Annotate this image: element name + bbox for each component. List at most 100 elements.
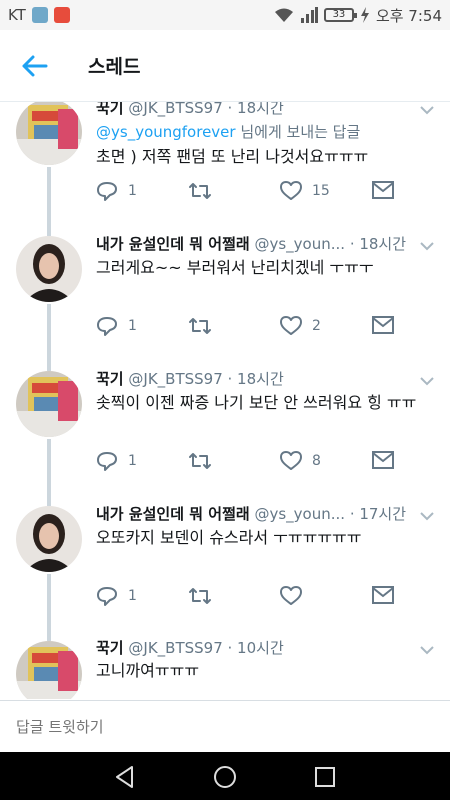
dm-button[interactable] [372, 181, 394, 199]
reply-icon [97, 452, 117, 471]
dm-button[interactable] [372, 586, 394, 604]
system-nav-bar [0, 752, 450, 800]
retweet-icon [189, 183, 211, 199]
battery-level: 33 [332, 9, 346, 20]
avatar[interactable] [16, 101, 82, 165]
reply-count: 1 [128, 453, 137, 469]
thread-line [47, 167, 51, 236]
chevron-down-icon[interactable] [418, 374, 436, 388]
timestamp: · 10시간 [227, 639, 284, 657]
user-handle[interactable]: @JK_BTSS97 [128, 101, 222, 117]
tweet-item[interactable]: 내가 윤설인데 뭐 어쩔래 @ys_youn... · 18시간 그러게요~~ … [0, 233, 450, 371]
heart-icon [280, 586, 302, 605]
reply-compose-bar [0, 700, 450, 752]
retweet-button[interactable] [188, 586, 212, 606]
battery-icon: 33 [323, 8, 357, 22]
dm-button[interactable] [372, 451, 394, 469]
display-name[interactable]: 내가 윤설인데 뭐 어쩔래 [96, 235, 250, 253]
avatar[interactable] [16, 506, 82, 572]
timestamp: · 17시간 [349, 505, 407, 523]
tweet-actions: 1 15 [96, 181, 406, 205]
reply-button[interactable]: 1 [96, 586, 137, 606]
reply-button[interactable]: 1 [96, 316, 137, 336]
tweet-header: 꾹기 @JK_BTSS97 · 18시간 [96, 101, 410, 118]
display-name[interactable]: 꾹기 [96, 639, 124, 657]
avatar[interactable] [16, 641, 82, 699]
timestamp: · 18시간 [227, 370, 284, 388]
reply-count: 1 [128, 588, 137, 604]
reply-count: 1 [128, 318, 137, 334]
chevron-down-icon[interactable] [418, 239, 436, 253]
recents-square-icon[interactable] [312, 764, 338, 790]
reply-mention-link[interactable]: @ys_youngforever [96, 123, 236, 141]
tweet-text: 고니까여ㅠㅠㅠ [96, 661, 200, 680]
retweet-button[interactable] [188, 181, 212, 201]
reply-context: @ys_youngforever 님에게 보내는 답글 [96, 121, 360, 142]
thread-list[interactable]: 꾹기 @JK_BTSS97 · 18시간 @ys_youngforever 님에… [0, 101, 450, 699]
status-bar: KT 33 오후 7:54 [0, 0, 450, 30]
like-button[interactable]: 2 [280, 316, 321, 336]
chevron-down-icon[interactable] [418, 103, 436, 117]
tweet-text: 초면 ) 저쪽 팬덤 또 난리 나것서요ㅠㅠㅠ [96, 147, 369, 166]
like-button[interactable]: 8 [280, 451, 321, 471]
tweet-actions: 1 2 [96, 316, 406, 340]
tweet-item[interactable]: 꾹기 @JK_BTSS97 · 18시간 솟찍이 이젠 짜증 나기 보단 안 쓰… [0, 368, 450, 506]
back-triangle-icon[interactable] [112, 764, 138, 790]
retweet-icon [189, 588, 211, 604]
gallery-icon [31, 7, 48, 23]
avatar[interactable] [16, 236, 82, 302]
like-button[interactable]: 15 [280, 181, 330, 201]
display-name[interactable]: 꾹기 [96, 101, 124, 117]
display-name[interactable]: 꾹기 [96, 370, 124, 388]
avatar[interactable] [16, 371, 82, 437]
tweet-item[interactable]: 내가 윤설인데 뭐 어쩔래 @ys_youn... · 17시간 오또카지 보덴… [0, 503, 450, 641]
chevron-down-icon[interactable] [418, 509, 436, 523]
retweet-button[interactable] [188, 316, 212, 336]
like-count: 2 [312, 318, 321, 334]
retweet-icon [189, 318, 211, 334]
reply-button[interactable]: 1 [96, 181, 137, 201]
reply-icon [97, 317, 117, 336]
tweet-header: 꾹기 @JK_BTSS97 · 18시간 [96, 368, 410, 389]
reply-input[interactable] [16, 717, 416, 736]
display-name[interactable]: 내가 윤설인데 뭐 어쩔래 [96, 505, 250, 523]
chevron-down-icon[interactable] [418, 643, 436, 657]
heart-icon [280, 316, 302, 335]
reply-context-suffix: 님에게 보내는 답글 [235, 123, 361, 141]
tweet-actions: 1 [96, 586, 406, 610]
tweet-actions: 1 8 [96, 451, 406, 475]
charging-icon [360, 7, 369, 23]
home-circle-icon[interactable] [212, 764, 238, 790]
back-button[interactable] [0, 30, 70, 102]
arrow-left-icon [22, 55, 48, 76]
thread-line [47, 439, 51, 506]
signal-icon [300, 7, 318, 23]
dm-button[interactable] [372, 316, 394, 334]
wifi-icon [274, 8, 293, 22]
reply-icon [97, 587, 117, 606]
tweet-header: 꾹기 @JK_BTSS97 · 10시간 [96, 637, 410, 658]
reply-icon [97, 182, 117, 201]
reply-count: 1 [128, 183, 137, 199]
tweet-item[interactable]: 꾹기 @JK_BTSS97 · 18시간 @ys_youngforever 님에… [0, 101, 450, 236]
tweet-header: 내가 윤설인데 뭐 어쩔래 @ys_youn... · 18시간 [96, 233, 410, 254]
like-button[interactable] [280, 586, 302, 606]
user-handle[interactable]: @ys_youn... [254, 505, 345, 523]
tweet-header: 내가 윤설인데 뭐 어쩔래 @ys_youn... · 17시간 [96, 503, 410, 524]
user-handle[interactable]: @JK_BTSS97 [128, 639, 222, 657]
page-title: 스레드 [88, 56, 141, 78]
top-app-bar: 스레드 [0, 30, 450, 102]
user-handle[interactable]: @ys_youn... [254, 235, 345, 253]
tweet-text: 오또카지 보덴이 슈스라서 ㅜㅠㅠㅠㅠㅠ [96, 528, 362, 547]
heart-icon [280, 451, 302, 470]
thread-line [47, 574, 51, 641]
retweet-button[interactable] [188, 451, 212, 471]
tweet-item[interactable]: 꾹기 @JK_BTSS97 · 10시간 고니까여ㅠㅠㅠ [0, 639, 450, 699]
retweet-icon [189, 453, 211, 469]
user-handle[interactable]: @JK_BTSS97 [128, 370, 222, 388]
like-count: 8 [312, 453, 321, 469]
reply-button[interactable]: 1 [96, 451, 137, 471]
envelope-icon [372, 316, 394, 334]
clock: 오후 7:54 [375, 6, 442, 25]
like-count: 15 [312, 183, 330, 199]
